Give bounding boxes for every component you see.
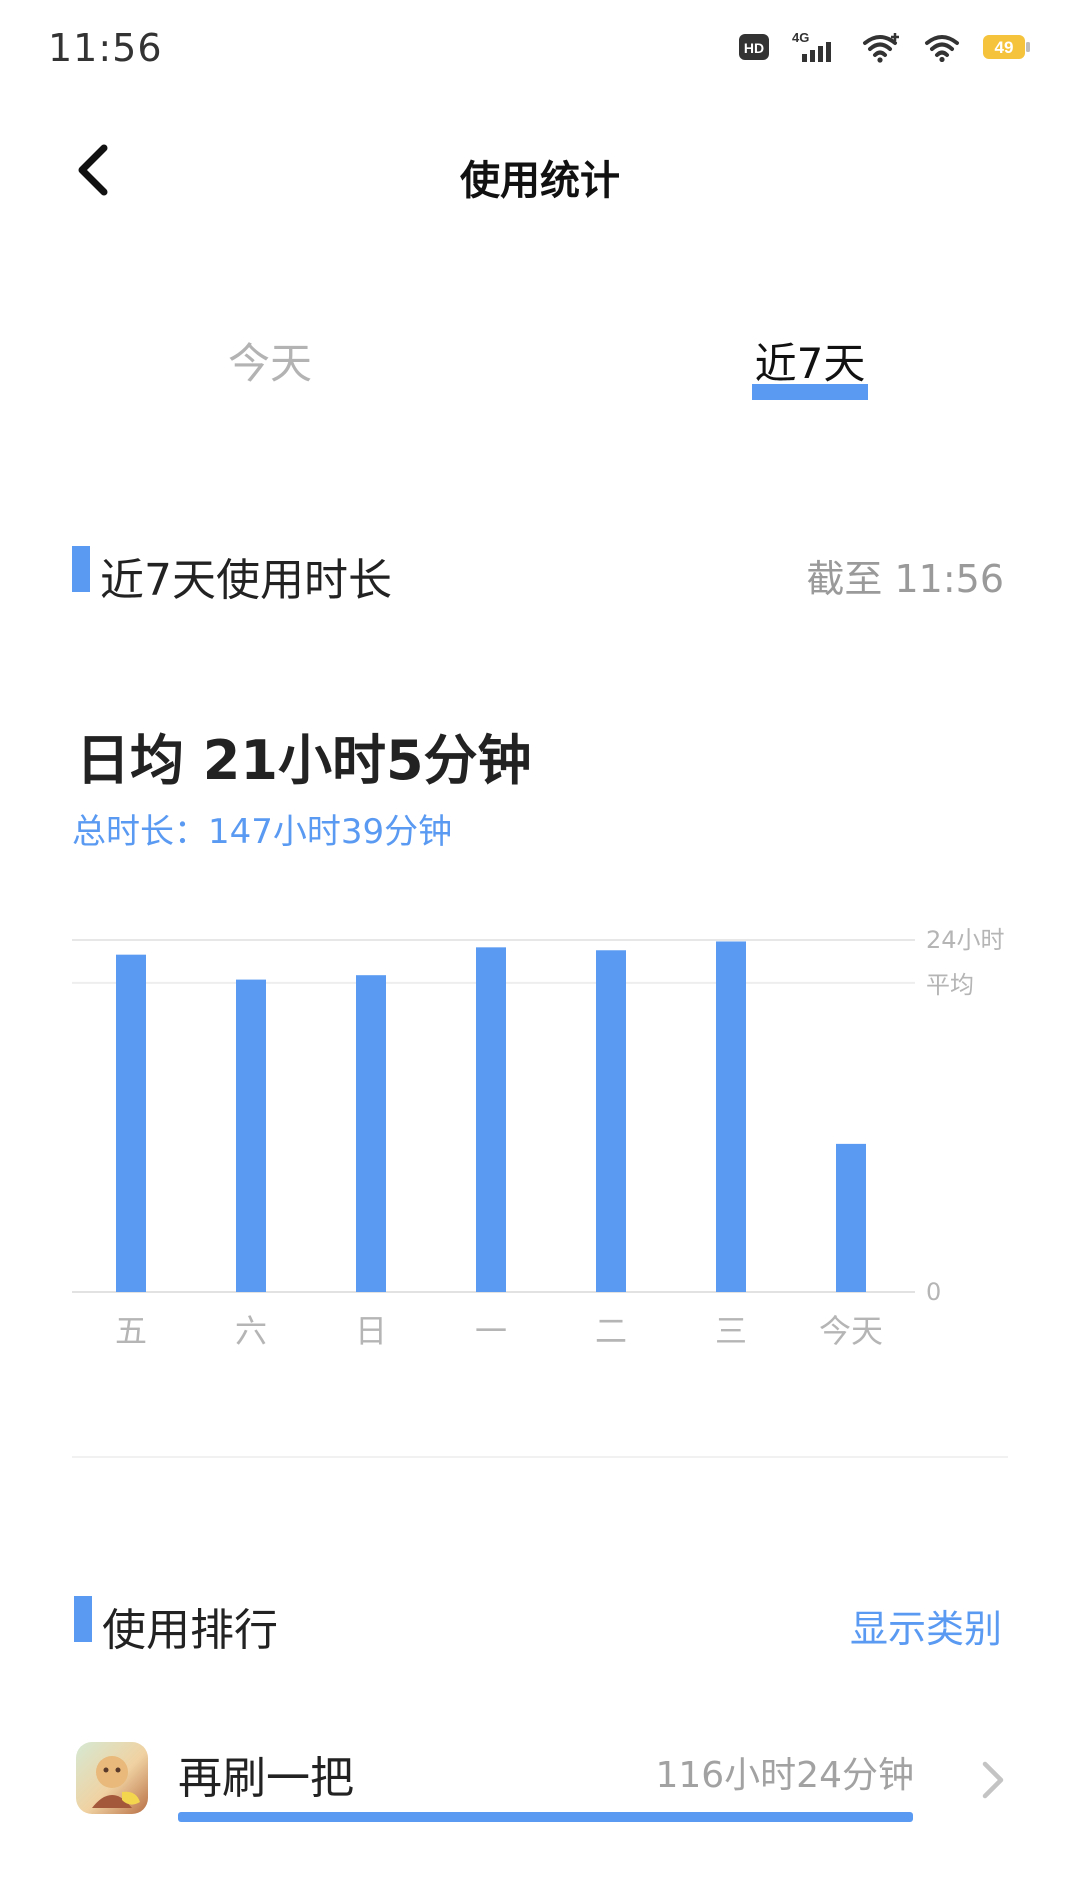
app-icon-zaishuayiba — [76, 1742, 148, 1814]
bar-6 — [836, 1143, 866, 1292]
section-marker — [74, 1596, 92, 1642]
x-axis-label-3: 一 — [475, 1312, 507, 1350]
battery-icon: 49 — [982, 33, 1032, 65]
chevron-right-icon — [982, 1761, 1004, 1799]
wifi-icon — [924, 32, 960, 66]
network-type: 4G — [792, 30, 809, 45]
x-axis-label-2: 日 — [355, 1312, 387, 1350]
bar-4 — [596, 950, 626, 1292]
as-of-time: 截至 11:56 — [806, 557, 1004, 601]
status-icons: HD 4G 49 — [738, 30, 1032, 68]
x-axis-label-6: 今天 — [819, 1312, 883, 1350]
bar-3 — [476, 947, 506, 1292]
y-axis-zero-label: 0 — [926, 1278, 941, 1306]
section-divider — [72, 1456, 1008, 1458]
section-title-usage: 近7天使用时长 — [100, 555, 392, 606]
status-time: 11:56 — [48, 26, 163, 70]
ranking-usage-bar — [178, 1812, 913, 1822]
x-axis-label-4: 二 — [595, 1312, 627, 1350]
y-axis-max-label: 24小时 — [926, 926, 1005, 954]
hd-text: HD — [744, 40, 764, 56]
section-marker — [72, 546, 90, 592]
bar-0 — [116, 954, 146, 1292]
x-axis-label-5: 三 — [715, 1312, 747, 1350]
daily-average: 日均 21小时5分钟 — [76, 729, 532, 792]
section-title-ranking: 使用排行 — [102, 1605, 278, 1656]
tab-active-indicator — [752, 384, 868, 400]
x-axis-label-1: 六 — [235, 1312, 267, 1350]
ranking-item-open[interactable] — [978, 1758, 1008, 1802]
usage-bar-chart: 24小时 平均 0 五 六 日 一 二 三 今天 — [72, 926, 1005, 1350]
page-title: 使用统计 — [460, 158, 620, 204]
x-axis-label-0: 五 — [115, 1312, 147, 1350]
battery-level: 49 — [995, 38, 1014, 57]
total-duration: 总时长：147小时39分钟 — [72, 812, 453, 852]
show-category-link[interactable]: 显示类别 — [850, 1598, 1002, 1653]
tab-last-7-days[interactable]: 近7天 — [710, 330, 910, 391]
ranking-app-time: 116小时24分钟 — [655, 1755, 914, 1796]
tab-today[interactable]: 今天 — [170, 330, 370, 391]
y-axis-average-label: 平均 — [926, 971, 974, 999]
bar-2 — [356, 975, 386, 1292]
hd-icon: HD — [738, 32, 770, 66]
cellular-signal-icon: 4G — [792, 30, 840, 68]
wifi-plus-icon — [862, 31, 902, 67]
ranking-app-name: 再刷一把 — [178, 1753, 354, 1804]
bar-1 — [236, 979, 266, 1292]
bar-5 — [716, 941, 746, 1292]
